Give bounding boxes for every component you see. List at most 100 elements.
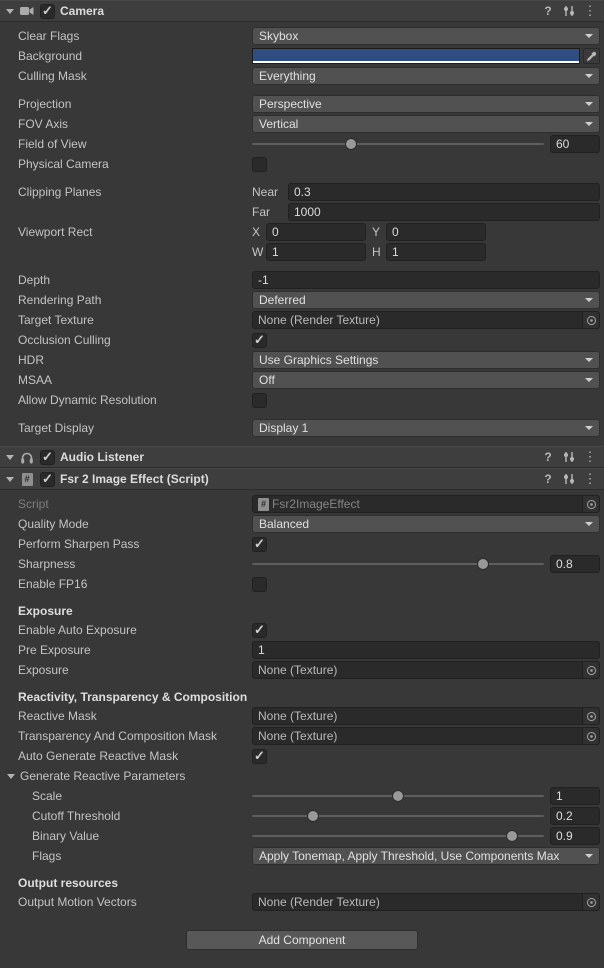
object-picker-icon[interactable] — [582, 312, 599, 328]
menu-icon[interactable]: ⋮ — [582, 3, 598, 19]
viewport-wh-field: W H — [252, 243, 600, 261]
camera-enabled-checkbox[interactable] — [40, 4, 55, 19]
culling-mask-dropdown[interactable]: Everything — [252, 67, 600, 85]
chevron-down-icon — [585, 426, 593, 430]
field-label: MSAA — [18, 373, 252, 387]
field-label: Occlusion Culling — [18, 333, 252, 347]
section-exposure: Exposure — [0, 602, 604, 620]
cutoff-threshold-slider[interactable] — [252, 807, 544, 825]
scale-input[interactable] — [550, 787, 600, 805]
viewport-x-input[interactable] — [266, 223, 366, 241]
enable-auto-exposure-checkbox[interactable] — [252, 623, 267, 638]
projection-dropdown[interactable]: Perspective — [252, 95, 600, 113]
field-label: Enable FP16 — [18, 577, 252, 591]
field-label: Script — [18, 497, 252, 511]
field-label: Exposure — [18, 663, 252, 677]
physical-camera-checkbox[interactable] — [252, 157, 267, 172]
slider-handle[interactable] — [507, 831, 517, 841]
quality-mode-dropdown[interactable]: Balanced — [252, 515, 600, 533]
object-picker-icon[interactable] — [582, 894, 599, 910]
slider-handle[interactable] — [393, 791, 403, 801]
foldout-arrow-icon[interactable] — [7, 774, 15, 779]
eyedropper-icon[interactable] — [583, 48, 600, 64]
menu-icon[interactable]: ⋮ — [582, 471, 598, 487]
camera-component-header: Camera ? ⋮ — [0, 0, 604, 22]
foldout-arrow-icon[interactable] — [6, 9, 14, 14]
unity-inspector: Camera ? ⋮ Clear Flags Skybox Background… — [0, 0, 604, 968]
fsr2-enabled-checkbox[interactable] — [40, 472, 55, 487]
allow-dynamic-resolution-checkbox[interactable] — [252, 393, 267, 408]
transparency-mask-row: Transparency And Composition Mask None (… — [0, 726, 604, 746]
menu-icon[interactable]: ⋮ — [582, 449, 598, 465]
enable-auto-exposure-row: Enable Auto Exposure — [0, 620, 604, 640]
clipping-near-field: Near — [252, 183, 600, 201]
object-picker-icon[interactable] — [582, 708, 599, 724]
slider-handle[interactable] — [308, 811, 318, 821]
viewport-h-input[interactable] — [386, 243, 486, 261]
target-display-dropdown[interactable]: Display 1 — [252, 419, 600, 437]
field-of-view-slider[interactable] — [252, 135, 544, 153]
slider-handle[interactable] — [346, 139, 356, 149]
flags-dropdown[interactable]: Apply Tonemap, Apply Threshold, Use Comp… — [252, 847, 600, 865]
binary-value-input[interactable] — [550, 827, 600, 845]
sharpness-input[interactable] — [550, 555, 600, 573]
auto-generate-reactive-mask-checkbox[interactable] — [252, 749, 267, 764]
viewport-y-input[interactable] — [386, 223, 486, 241]
field-label: Flags — [32, 849, 252, 863]
fov-axis-dropdown[interactable]: Vertical — [252, 115, 600, 133]
scale-slider[interactable] — [252, 787, 544, 805]
binary-value-slider[interactable] — [252, 827, 544, 845]
presets-icon[interactable] — [561, 3, 577, 19]
background-color-field[interactable] — [252, 48, 580, 64]
clipping-near-input[interactable] — [288, 183, 600, 201]
foldout-arrow-icon[interactable] — [6, 455, 14, 460]
add-component-button[interactable]: Add Component — [186, 930, 418, 950]
pre-exposure-input[interactable] — [252, 641, 600, 659]
binary-value-row: Binary Value — [0, 826, 604, 846]
object-picker-icon[interactable] — [582, 662, 599, 678]
depth-input[interactable] — [252, 271, 600, 289]
depth-row: Depth — [0, 270, 604, 290]
target-texture-object-field[interactable]: None (Render Texture) — [252, 311, 600, 329]
field-label: Allow Dynamic Resolution — [18, 393, 252, 407]
sharpness-slider[interactable] — [252, 555, 544, 573]
cutoff-threshold-input[interactable] — [550, 807, 600, 825]
slider-track — [252, 563, 544, 565]
help-icon[interactable]: ? — [540, 449, 556, 465]
exposure-object-field[interactable]: None (Texture) — [252, 661, 600, 679]
foldout-arrow-icon[interactable] — [6, 477, 14, 482]
transparency-mask-object-field[interactable]: None (Texture) — [252, 727, 600, 745]
field-label: Transparency And Composition Mask — [18, 729, 252, 743]
section-output-resources: Output resources — [0, 874, 604, 892]
slider-handle[interactable] — [478, 559, 488, 569]
field-label: HDR — [18, 353, 252, 367]
reactive-mask-object-field[interactable]: None (Texture) — [252, 707, 600, 725]
target-display-row: Target Display Display 1 — [0, 418, 604, 438]
clipping-far-input[interactable] — [288, 203, 600, 221]
field-label: Reactive Mask — [18, 709, 252, 723]
object-picker-icon[interactable] — [582, 496, 599, 512]
msaa-dropdown[interactable]: Off — [252, 371, 600, 389]
viewport-w-input[interactable] — [266, 243, 366, 261]
presets-icon[interactable] — [561, 471, 577, 487]
chevron-down-icon — [585, 102, 593, 106]
far-label: Far — [252, 205, 288, 219]
scale-field — [252, 787, 600, 805]
pre-exposure-row: Pre Exposure — [0, 640, 604, 660]
script-object-field[interactable]: #Fsr2ImageEffect — [252, 495, 600, 513]
rendering-path-dropdown[interactable]: Deferred — [252, 291, 600, 309]
hdr-dropdown[interactable]: Use Graphics Settings — [252, 351, 600, 369]
object-picker-icon[interactable] — [582, 728, 599, 744]
output-motion-vectors-object-field[interactable]: None (Render Texture) — [252, 893, 600, 911]
audio-listener-enabled-checkbox[interactable] — [40, 450, 55, 465]
occlusion-culling-checkbox[interactable] — [252, 333, 267, 348]
generate-reactive-parameters-foldout[interactable]: Generate Reactive Parameters — [0, 766, 604, 786]
perform-sharpen-pass-checkbox[interactable] — [252, 537, 267, 552]
help-icon[interactable]: ? — [540, 3, 556, 19]
clear-flags-dropdown[interactable]: Skybox — [252, 27, 600, 45]
help-icon[interactable]: ? — [540, 471, 556, 487]
presets-icon[interactable] — [561, 449, 577, 465]
slider-track — [252, 143, 544, 145]
field-of-view-input[interactable] — [550, 135, 600, 153]
enable-fp16-checkbox[interactable] — [252, 577, 267, 592]
